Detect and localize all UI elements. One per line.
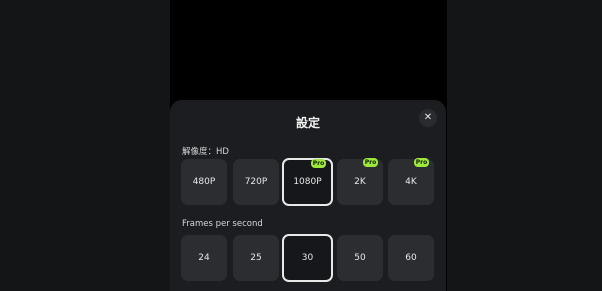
pro-badge: Pro: [311, 159, 326, 168]
resolution-option-720p[interactable]: 720P: [233, 159, 279, 205]
resolution-option-1080p[interactable]: 1080P Pro: [282, 158, 333, 206]
option-label: 24: [198, 253, 210, 263]
resolution-option-2k[interactable]: 2K Pro: [337, 158, 383, 205]
fps-option-25[interactable]: 25: [233, 235, 279, 281]
fps-option-30[interactable]: 30: [282, 234, 333, 282]
frame-rate-options: 24 25 30 50 60: [181, 234, 435, 282]
option-label: 60: [405, 253, 417, 263]
option-label: 720P: [244, 177, 268, 187]
right-backdrop: [447, 0, 602, 291]
option-label: 25: [250, 253, 262, 263]
frame-rate-label: Frames per second: [182, 219, 263, 229]
fps-option-24[interactable]: 24: [181, 235, 227, 281]
close-icon: ✕: [423, 112, 433, 123]
left-backdrop: [0, 0, 170, 291]
pro-badge: Pro: [363, 158, 378, 167]
resolution-option-4k[interactable]: 4K Pro: [388, 158, 434, 205]
screen: 設定 ✕ 解像度：HD 480P 720P 1080P Pro 2K Pro 4…: [0, 0, 602, 291]
fps-option-60[interactable]: 60: [388, 235, 434, 281]
option-label: 1080P: [293, 177, 322, 187]
resolution-label: 解像度：HD: [182, 147, 229, 157]
sheet-title: 設定: [295, 116, 320, 130]
pro-badge: Pro: [414, 158, 429, 167]
resolution-option-480p[interactable]: 480P: [181, 159, 227, 205]
resolution-options: 480P 720P 1080P Pro 2K Pro 4K Pro: [181, 158, 435, 206]
option-label: 4K: [405, 177, 417, 187]
settings-sheet: 設定 ✕ 解像度：HD 480P 720P 1080P Pro 2K Pro 4…: [170, 100, 446, 291]
option-label: 2K: [354, 177, 366, 187]
close-button[interactable]: ✕: [419, 109, 437, 127]
option-label: 30: [301, 253, 314, 263]
option-label: 480P: [192, 177, 216, 187]
option-label: 50: [354, 253, 366, 263]
fps-option-50[interactable]: 50: [337, 235, 383, 281]
